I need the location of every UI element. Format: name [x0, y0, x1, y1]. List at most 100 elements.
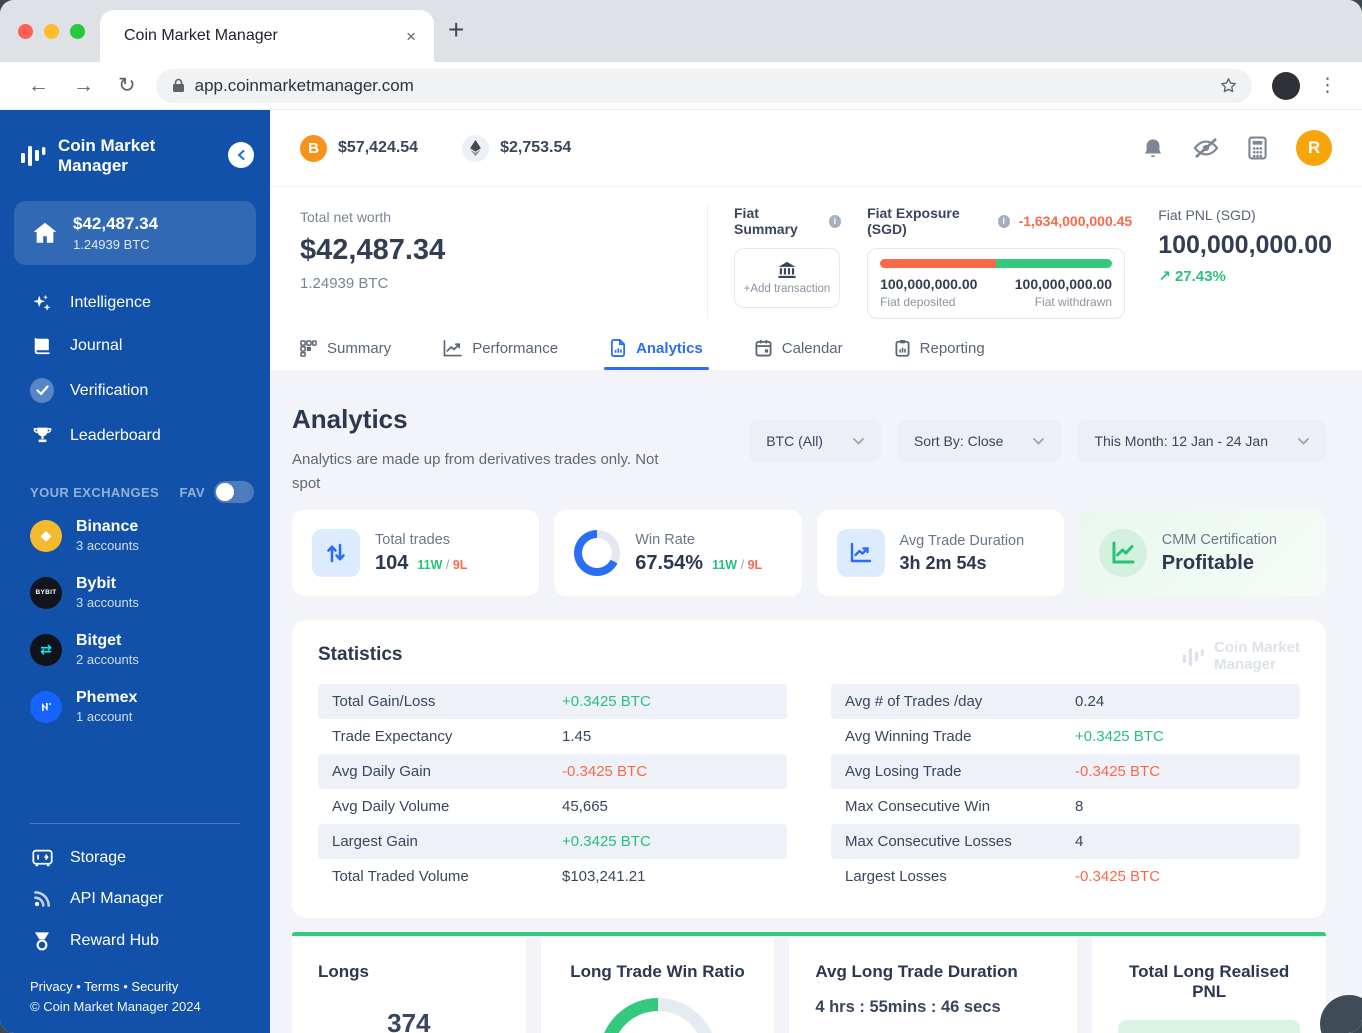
date-range-dropdown[interactable]: This Month: 12 Jan - 24 Jan	[1077, 420, 1326, 462]
sidebar-item-reward-hub[interactable]: Reward Hub	[0, 920, 270, 963]
sidebar-item-storage[interactable]: Storage	[0, 838, 270, 878]
longs-count: 374	[387, 1008, 431, 1033]
tab-reporting[interactable]: Reporting	[895, 339, 985, 370]
sidebar-item-leaderboard[interactable]: Leaderboard	[0, 414, 270, 457]
networth-label: Total net worth	[300, 209, 392, 225]
info-icon[interactable]: i	[828, 214, 842, 228]
window-zoom-button[interactable]	[70, 24, 85, 39]
window-minimize-button[interactable]	[44, 24, 59, 39]
back-button[interactable]: ←	[28, 75, 49, 96]
sidebar-item-label: Verification	[70, 381, 149, 399]
sidebar-networth-card[interactable]: $42,487.34 1.24939 BTC	[14, 201, 256, 266]
sort-by-dropdown[interactable]: Sort By: Close	[896, 420, 1062, 462]
main-area: B $57,424.54 $2,753.54 R Total net worth…	[270, 110, 1362, 1033]
sidebar-item-api-manager[interactable]: API Manager	[0, 878, 270, 920]
coin-filter-dropdown[interactable]: BTC (All)	[749, 420, 881, 462]
page-title: Analytics	[292, 404, 408, 434]
exchange-item-binance[interactable]: ◆ Binance 3 accounts	[0, 507, 270, 564]
table-row: Total Gain/Loss +0.3425 BTC	[318, 684, 787, 719]
row-value: -0.3425 BTC	[562, 763, 648, 780]
privacy-link[interactable]: Privacy	[30, 979, 73, 994]
lock-icon	[172, 78, 184, 92]
tab-summary[interactable]: Summary	[300, 339, 391, 370]
eth-price-chip: $2,753.54	[462, 134, 571, 162]
tab-close-icon[interactable]: ×	[406, 28, 416, 45]
fiat-withdrawn-label: Fiat withdrawn	[1034, 295, 1113, 309]
sidebar-divider	[30, 822, 240, 824]
add-transaction-button[interactable]: +Add transaction	[734, 248, 840, 308]
sidebar-item-verification[interactable]: Verification	[0, 367, 270, 414]
forward-button[interactable]: →	[73, 75, 94, 96]
bookmark-star-icon[interactable]	[1219, 76, 1238, 95]
tab-performance[interactable]: Performance	[443, 339, 558, 370]
calculator-icon[interactable]	[1248, 136, 1267, 160]
tab-analytics[interactable]: Analytics	[604, 339, 709, 370]
security-link[interactable]: Security	[131, 979, 178, 994]
browser-tab[interactable]: Coin Market Manager ×	[100, 10, 434, 62]
sidebar-item-intelligence[interactable]: Intelligence	[0, 281, 270, 325]
networth-btc: 1.24939 BTC	[300, 275, 389, 292]
losses-badge: 9L	[747, 557, 763, 572]
sidebar: Coin Market Manager $42,487.34 1.24939 B…	[0, 110, 270, 1033]
cmm-logo-icon	[21, 145, 46, 166]
btc-price: $57,424.54	[338, 139, 419, 156]
brand: Coin Market Manager	[0, 110, 270, 195]
browser-tab-title: Coin Market Manager	[124, 27, 278, 44]
row-value: +0.3425 BTC	[1075, 728, 1164, 745]
cmm-watermark: Coin Market Manager	[1180, 639, 1300, 673]
exchange-name: Binance	[76, 518, 139, 536]
sidebar-item-label: API Manager	[70, 889, 164, 907]
row-value: +0.3425 BTC	[562, 833, 651, 850]
bank-icon	[778, 261, 796, 279]
table-row: Trade Expectancy 1.45	[318, 719, 787, 754]
row-label: Avg Daily Volume	[332, 798, 450, 815]
fav-toggle[interactable]	[214, 481, 254, 504]
total-networth-block: Total net worth $42,487.34 1.24939 BTC	[300, 205, 708, 319]
row-label: Trade Expectancy	[332, 728, 453, 745]
fiat-summary-block: Fiat Summary i +Add transaction	[708, 205, 842, 319]
row-value: -0.3425 BTC	[1075, 868, 1161, 885]
row-label: Largest Gain	[332, 833, 418, 850]
exchange-item-bitget[interactable]: ⇄ Bitget 2 accounts	[0, 621, 270, 678]
binance-logo-icon: ◆	[30, 519, 62, 552]
card-label: Avg Trade Duration	[899, 532, 1025, 549]
sidebar-item-journal[interactable]: Journal	[0, 325, 270, 367]
row-value: +0.3425 BTC	[562, 693, 651, 710]
longs-title: Longs	[318, 962, 369, 981]
card-value: 67.54%	[635, 551, 704, 574]
user-avatar[interactable]: R	[1296, 130, 1332, 166]
new-tab-button[interactable]: +	[448, 16, 464, 44]
duration-value: 4 hrs : 55mins : 46 secs	[815, 998, 1001, 1016]
calendar-icon	[755, 339, 772, 357]
verified-check-icon	[30, 378, 54, 404]
chevron-left-icon	[236, 150, 244, 160]
hide-balances-eye-off-icon[interactable]	[1193, 137, 1219, 159]
card-label: CMM Certification	[1161, 531, 1277, 548]
sort-by-value: Sort By: Close	[913, 433, 1004, 449]
exchange-item-phemex[interactable]: Phemex 1 account	[0, 678, 270, 735]
analytics-file-icon	[611, 339, 626, 357]
browser-profile-avatar[interactable]	[1272, 71, 1300, 100]
browser-menu-icon[interactable]: ⋮	[1318, 74, 1338, 97]
footer-separator: •	[123, 978, 128, 994]
exchange-item-bybit[interactable]: BYBIT Bybit 3 accounts	[0, 564, 270, 621]
url-bar[interactable]: app.coinmarketmanager.com	[155, 68, 1252, 103]
watermark-line2: Manager	[1214, 655, 1276, 673]
sidebar-collapse-button[interactable]	[228, 142, 254, 168]
longs-count-card: Longs 374	[292, 938, 526, 1033]
terms-link[interactable]: Terms	[84, 979, 119, 994]
toggle-knob	[216, 483, 234, 502]
sidebar-item-label: Leaderboard	[70, 426, 161, 444]
exchange-accounts: 3 accounts	[76, 538, 139, 554]
reload-button[interactable]: ↻	[118, 75, 136, 96]
sidebar-item-label: Journal	[70, 337, 123, 355]
home-icon	[33, 222, 57, 243]
tab-calendar[interactable]: Calendar	[755, 339, 843, 370]
window-close-button[interactable]	[18, 24, 33, 39]
api-signal-icon	[30, 889, 54, 909]
long-duration-card: Avg Long Trade Duration 4 hrs : 55mins :…	[789, 938, 1078, 1033]
stat-cards: Total trades 104 11W / 9L Win Rate 67.54…	[292, 510, 1326, 596]
notifications-bell-icon[interactable]	[1142, 137, 1164, 160]
info-icon[interactable]: i	[997, 214, 1010, 228]
exchange-accounts: 3 accounts	[76, 595, 139, 611]
